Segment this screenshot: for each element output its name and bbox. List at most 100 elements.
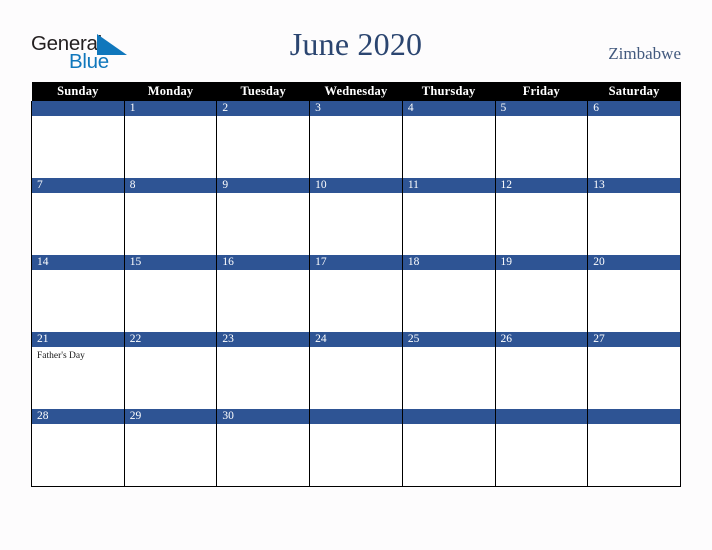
day-number [402, 409, 495, 424]
calendar-week-row: 14 15 16 17 18 19 20 [31, 255, 681, 332]
calendar-day-cell[interactable]: 6 [587, 101, 681, 178]
day-events: Father's Day [32, 347, 124, 362]
day-events [310, 116, 402, 119]
day-events [217, 193, 309, 196]
calendar-day-cell[interactable]: 29 [123, 409, 218, 487]
calendar-day-cell[interactable]: 5 [494, 101, 589, 178]
calendar-header-row: Sunday Monday Tuesday Wednesday Thursday… [31, 82, 681, 101]
calendar-day-cell[interactable]: 8 [123, 178, 218, 255]
day-events [32, 424, 124, 427]
day-number: 28 [32, 409, 124, 424]
day-events [496, 347, 588, 350]
day-events [32, 116, 124, 119]
calendar-day-cell[interactable]: 21 Father's Day [31, 332, 125, 409]
calendar-day-cell[interactable]: 27 [587, 332, 681, 409]
day-number: 23 [217, 332, 310, 347]
day-events [588, 270, 680, 273]
event-label: Father's Day [37, 351, 85, 361]
day-number: 17 [310, 255, 402, 270]
day-number: 3 [310, 101, 402, 116]
calendar-day-cell[interactable]: 30 [216, 409, 311, 487]
calendar-body: 1 2 3 4 5 6 7 8 9 10 11 12 13 14 15 16 17 18 19 20 21 Father'… [31, 101, 681, 487]
calendar-day-cell[interactable]: 3 [309, 101, 403, 178]
weekday-header-monday: Monday [124, 82, 217, 101]
calendar-day-cell[interactable] [494, 409, 589, 487]
day-number: 11 [402, 178, 495, 193]
calendar-day-cell[interactable]: 20 [587, 255, 681, 332]
day-events [403, 347, 495, 350]
calendar-day-cell[interactable]: 17 [309, 255, 403, 332]
calendar-day-cell[interactable]: 7 [31, 178, 125, 255]
calendar-day-cell[interactable] [401, 409, 496, 487]
day-number: 30 [217, 409, 310, 424]
page-title: June 2020 [289, 26, 423, 62]
day-number: 21 [32, 332, 124, 347]
calendar-day-cell[interactable]: 12 [494, 178, 589, 255]
country-label: Zimbabwe [608, 44, 681, 63]
calendar-grid: Sunday Monday Tuesday Wednesday Thursday… [31, 82, 681, 487]
calendar-day-cell[interactable]: 4 [401, 101, 496, 178]
day-number: 13 [588, 178, 680, 193]
day-events [496, 270, 588, 273]
day-number: 6 [588, 101, 680, 116]
calendar-day-cell[interactable]: 13 [587, 178, 681, 255]
day-number: 24 [310, 332, 402, 347]
day-number [32, 101, 124, 116]
weekday-header-tuesday: Tuesday [216, 82, 310, 101]
calendar-day-cell[interactable]: 9 [216, 178, 311, 255]
day-events [125, 347, 217, 350]
calendar-day-cell[interactable]: 1 [123, 101, 218, 178]
calendar-page: General Blue June 2020 Zimbabwe Sunday M… [0, 0, 712, 550]
calendar-day-cell[interactable]: 26 [494, 332, 589, 409]
page-header: General Blue June 2020 Zimbabwe [0, 0, 712, 82]
day-number: 12 [495, 178, 588, 193]
day-number: 10 [310, 178, 402, 193]
day-number [588, 409, 680, 424]
day-number: 1 [124, 101, 217, 116]
calendar-day-cell[interactable]: 15 [123, 255, 218, 332]
calendar-day-cell[interactable]: 24 [309, 332, 403, 409]
day-number: 4 [402, 101, 495, 116]
day-number: 2 [217, 101, 310, 116]
calendar-day-cell[interactable] [587, 409, 681, 487]
day-events [125, 270, 217, 273]
weekday-header-saturday: Saturday [587, 82, 681, 101]
calendar-day-cell[interactable]: 23 [216, 332, 311, 409]
calendar-week-row: 7 8 9 10 11 12 13 [31, 178, 681, 255]
day-number: 5 [495, 101, 588, 116]
day-events [496, 424, 588, 427]
calendar-day-cell[interactable]: 14 [31, 255, 125, 332]
weekday-header-thursday: Thursday [402, 82, 496, 101]
calendar-day-cell[interactable]: 22 [123, 332, 218, 409]
day-events [32, 193, 124, 196]
day-events [125, 193, 217, 196]
day-events [403, 424, 495, 427]
calendar-day-cell[interactable]: 2 [216, 101, 311, 178]
day-events [125, 116, 217, 119]
day-number: 15 [124, 255, 217, 270]
day-events [403, 270, 495, 273]
calendar-day-cell[interactable]: 11 [401, 178, 496, 255]
day-number: 20 [588, 255, 680, 270]
day-events [310, 193, 402, 196]
day-events [310, 424, 402, 427]
calendar-day-cell[interactable]: 10 [309, 178, 403, 255]
day-number: 29 [124, 409, 217, 424]
weekday-header-friday: Friday [495, 82, 588, 101]
calendar-day-cell[interactable]: 16 [216, 255, 311, 332]
day-number: 27 [588, 332, 680, 347]
day-number [495, 409, 588, 424]
day-events [588, 347, 680, 350]
day-events [496, 193, 588, 196]
calendar-day-cell[interactable] [309, 409, 403, 487]
calendar-day-cell[interactable]: 28 [31, 409, 125, 487]
day-events [217, 424, 309, 427]
calendar-day-cell[interactable] [31, 101, 125, 178]
day-events [217, 347, 309, 350]
calendar-day-cell[interactable]: 25 [401, 332, 496, 409]
day-events [403, 116, 495, 119]
calendar-day-cell[interactable]: 19 [494, 255, 589, 332]
day-number: 25 [402, 332, 495, 347]
calendar-day-cell[interactable]: 18 [401, 255, 496, 332]
day-events [217, 116, 309, 119]
